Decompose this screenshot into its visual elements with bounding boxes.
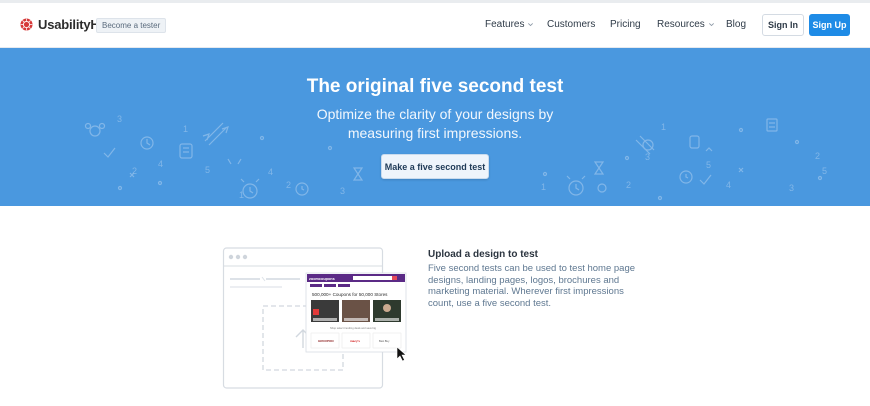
hero-title: The original five second test: [306, 76, 564, 97]
upload-design-illustration: zoomcoupons 500,000+ Coupons for 50,000 …: [222, 247, 407, 389]
nav-blog[interactable]: Blog: [726, 19, 746, 30]
svg-text:3: 3: [117, 114, 122, 124]
svg-text:2: 2: [626, 180, 631, 190]
sign-in-button[interactable]: Sign In: [762, 14, 804, 36]
hero-banner: 324 542 113 354 251 213 The original fiv…: [0, 48, 870, 206]
svg-text:2: 2: [815, 151, 820, 161]
mockup-store-logo-bestbuy: Best Buy: [379, 339, 390, 343]
nav-resources[interactable]: Resources: [657, 19, 715, 30]
nav-features[interactable]: Features: [485, 19, 534, 30]
top-navbar: UsabilityHub Become a tester Features Cu…: [0, 3, 870, 48]
nav-pricing-label: Pricing: [610, 19, 641, 30]
chevron-down-icon: [708, 23, 714, 27]
make-five-second-test-button[interactable]: Make a five second test: [381, 154, 489, 179]
svg-text:1: 1: [183, 124, 188, 134]
chevron-down-icon: [528, 23, 534, 27]
svg-text:5: 5: [706, 160, 711, 170]
svg-text:2: 2: [286, 180, 291, 190]
svg-text:1: 1: [239, 190, 244, 200]
svg-text:4: 4: [158, 159, 163, 169]
mockup-store-logo-macys: macy's: [350, 339, 360, 343]
svg-text:1: 1: [661, 122, 666, 132]
nav-resources-label: Resources: [657, 19, 705, 30]
feature-title: Upload a design to test: [428, 249, 539, 260]
mockup-screenshot: zoomcoupons 500,000+ Coupons for 50,000 …: [305, 272, 407, 353]
svg-text:1: 1: [541, 182, 546, 192]
mockup-site-logo: zoomcoupons: [309, 277, 335, 281]
svg-text:3: 3: [789, 183, 794, 193]
svg-text:4: 4: [726, 180, 731, 190]
mockup-store-logo-groupon: GROUPON: [318, 339, 334, 343]
svg-text:4: 4: [268, 167, 273, 177]
nav-customers-label: Customers: [547, 19, 596, 30]
svg-text:3: 3: [340, 186, 345, 196]
nav-pricing[interactable]: Pricing: [610, 19, 641, 30]
nav-blog-label: Blog: [726, 19, 747, 30]
svg-text:3: 3: [645, 152, 650, 162]
mockup-headline: 500,000+ Coupons for 50,000 Stores: [312, 292, 388, 297]
nav-links: Features Customers Pricing Resources Blo…: [0, 3, 870, 48]
feature-description: Five second tests can be used to test ho…: [428, 263, 636, 309]
svg-text:2: 2: [132, 166, 137, 176]
sign-up-button[interactable]: Sign Up: [809, 14, 850, 36]
hero-subtitle: Optimize the clarity of your designs by …: [316, 106, 554, 141]
svg-text:5: 5: [822, 166, 827, 176]
nav-features-label: Features: [485, 19, 525, 30]
mockup-caption: Shop select trending deals and save big: [330, 326, 377, 330]
svg-text:5: 5: [205, 165, 210, 175]
nav-customers[interactable]: Customers: [547, 19, 595, 30]
